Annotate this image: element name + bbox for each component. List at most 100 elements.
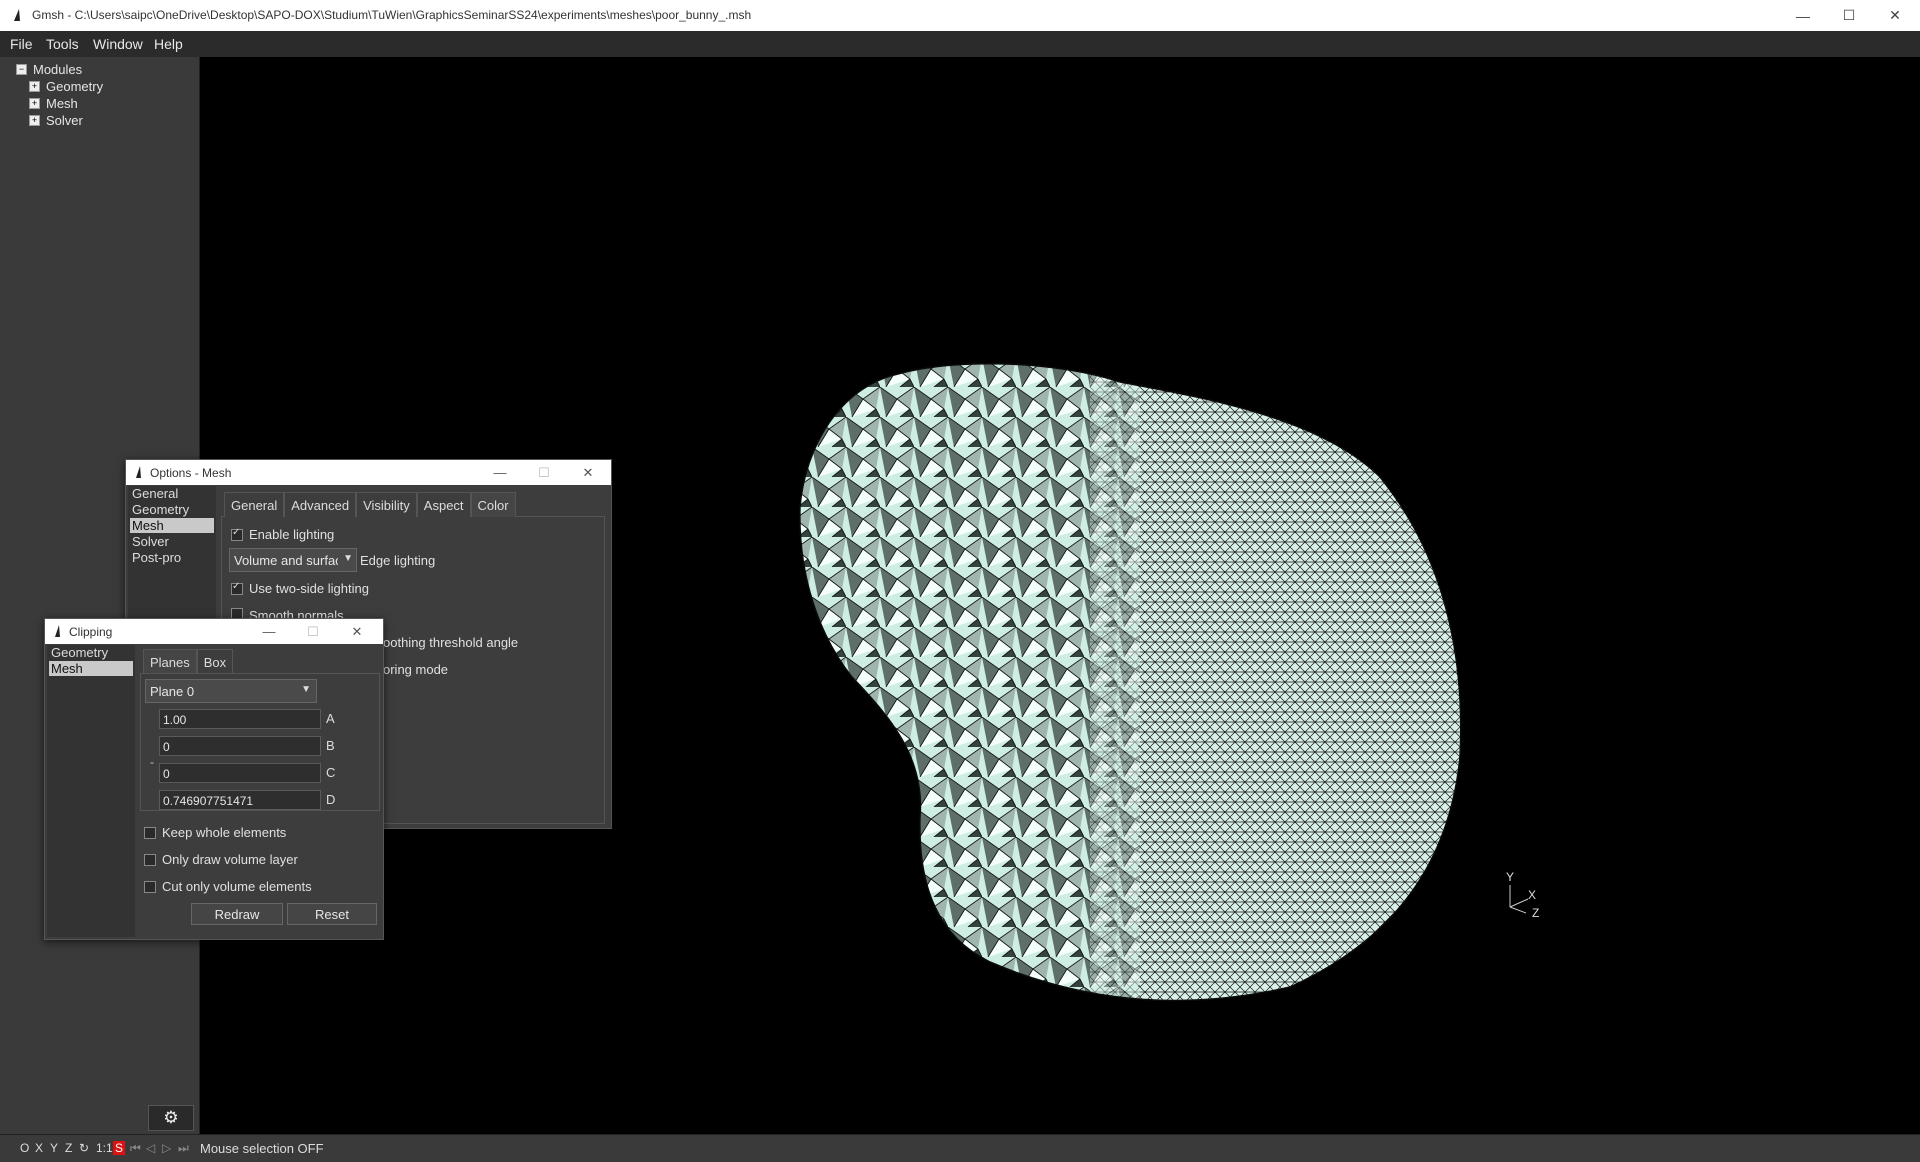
- view-o-button[interactable]: O: [20, 1141, 29, 1155]
- smooth-normals-label: Smooth normals: [249, 608, 344, 618]
- minimize-button[interactable]: —: [1780, 0, 1826, 31]
- plane-select[interactable]: Plane 0 ▼: [145, 679, 317, 703]
- minimize-button[interactable]: —: [247, 619, 291, 644]
- tab-advanced[interactable]: Advanced: [284, 492, 357, 517]
- keep-whole-checkbox[interactable]: [144, 826, 156, 839]
- clipping-dialog: Clipping — ☐ ✕ Geometry Mesh Planes Box …: [44, 618, 384, 940]
- play-icon[interactable]: ▷: [162, 1141, 171, 1155]
- coef-d-label: D: [326, 792, 336, 807]
- tab-visibility[interactable]: Visibility: [356, 492, 417, 517]
- two-side-lighting-option[interactable]: Use two-side lighting: [231, 581, 369, 596]
- reset-button[interactable]: Reset: [287, 903, 377, 925]
- cut-only-volume-checkbox[interactable]: [144, 880, 156, 893]
- status-message: Mouse selection OFF: [200, 1141, 324, 1156]
- redraw-label: Redraw: [214, 906, 260, 922]
- tab-color[interactable]: Color: [470, 492, 516, 517]
- redraw-button[interactable]: Redraw: [191, 903, 283, 925]
- first-frame-icon[interactable]: ⏮: [130, 1141, 141, 1156]
- expand-icon[interactable]: +: [29, 115, 40, 126]
- tree-item-solver[interactable]: + Solver: [29, 113, 83, 128]
- close-button[interactable]: ✕: [566, 460, 610, 485]
- view-x-button[interactable]: X: [35, 1141, 43, 1155]
- smoothing-threshold-label: oothing threshold angle: [383, 635, 519, 650]
- axis-x-label: X: [1528, 888, 1536, 902]
- cut-only-volume-option[interactable]: Cut only volume elements: [144, 879, 312, 894]
- nav-item-geometry[interactable]: Geometry: [49, 645, 133, 660]
- expand-icon[interactable]: +: [29, 98, 40, 109]
- two-side-lighting-checkbox[interactable]: [231, 581, 243, 595]
- maximize-button: ☐: [307, 623, 319, 639]
- snapshot-s-button[interactable]: S: [113, 1141, 126, 1155]
- chevron-down-icon: ▼: [301, 684, 311, 695]
- collapse-icon[interactable]: −: [16, 64, 27, 75]
- clipping-nav-list: Geometry Mesh: [47, 645, 135, 937]
- coef-c-label: C: [326, 765, 336, 780]
- nav-item-mesh[interactable]: Mesh: [49, 661, 133, 676]
- tree-label: Geometry: [46, 79, 104, 94]
- menu-help[interactable]: Help: [154, 36, 183, 52]
- coloring-mode-label: oring mode: [383, 662, 449, 677]
- coef-a-label: A: [326, 711, 335, 726]
- tab-aspect[interactable]: Aspect: [416, 492, 471, 517]
- gmsh-logo-icon: [55, 625, 60, 637]
- close-button[interactable]: ✕: [1872, 0, 1918, 31]
- tree-item-geometry[interactable]: + Geometry: [29, 79, 103, 94]
- minimize-button[interactable]: —: [478, 460, 522, 485]
- tree-item-modules[interactable]: − Modules: [16, 62, 82, 77]
- only-volume-label: Only draw volume layer: [162, 852, 298, 867]
- nav-item-post-pro[interactable]: Post-pro: [130, 550, 214, 565]
- keep-whole-option[interactable]: Keep whole elements: [144, 825, 286, 840]
- plane-select-value: Plane 0: [150, 684, 195, 699]
- gmsh-logo-icon: [136, 466, 141, 478]
- tree-label: Solver: [46, 113, 83, 128]
- tab-box[interactable]: Box: [196, 649, 234, 674]
- invert-plane-button[interactable]: -: [150, 755, 154, 769]
- nav-item-geometry[interactable]: Geometry: [130, 502, 214, 517]
- tab-general[interactable]: General: [224, 492, 285, 517]
- only-volume-option[interactable]: Only draw volume layer: [144, 852, 298, 867]
- smooth-normals-checkbox[interactable]: [231, 608, 243, 618]
- lighting-mode-select[interactable]: Volume and surfac ▼: [229, 548, 357, 572]
- status-bar: O X Y Z ↻ 1:1 S ⏮ ◁ ▷ ⏭ Mouse selection …: [0, 1134, 1920, 1162]
- tree-item-mesh[interactable]: + Mesh: [29, 96, 78, 111]
- close-button[interactable]: ✕: [335, 619, 379, 644]
- nav-item-general[interactable]: General: [130, 486, 214, 501]
- tree-label: Modules: [33, 62, 83, 77]
- axes-indicator: Y X Z: [1506, 870, 1539, 920]
- nav-item-solver[interactable]: Solver: [130, 534, 214, 549]
- dialog-title: Clipping: [69, 625, 113, 639]
- view-z-button[interactable]: Z: [65, 1141, 72, 1155]
- tree-label: Mesh: [46, 96, 78, 111]
- clipping-dialog-titlebar[interactable]: Clipping — ☐ ✕: [45, 619, 383, 644]
- enable-lighting-option[interactable]: Enable lighting: [231, 527, 334, 542]
- smooth-normals-option[interactable]: Smooth normals: [231, 608, 344, 618]
- plane-coef-a-input[interactable]: 1.00: [159, 709, 321, 729]
- plane-coef-c-input[interactable]: 0: [159, 763, 321, 783]
- plane-coef-d-input[interactable]: 0.746907751471: [159, 790, 321, 810]
- menu-tools[interactable]: Tools: [46, 36, 79, 52]
- edge-lighting-label: Edge lighting: [360, 553, 436, 568]
- menu-window[interactable]: Window: [93, 36, 143, 52]
- view-1-1-button[interactable]: 1:1: [96, 1141, 113, 1155]
- view-y-button[interactable]: Y: [50, 1141, 58, 1155]
- options-dialog-titlebar[interactable]: Options - Mesh — ☐ ✕: [126, 460, 611, 485]
- gear-icon: ⚙: [163, 1108, 179, 1127]
- tab-planes[interactable]: Planes: [143, 649, 197, 674]
- maximize-button[interactable]: ☐: [1826, 0, 1872, 31]
- last-frame-icon[interactable]: ⏭: [178, 1141, 189, 1156]
- enable-lighting-checkbox[interactable]: [231, 527, 243, 541]
- lighting-mode-value: Volume and surfac: [234, 553, 338, 568]
- title-bar: Gmsh - C:\Users\saipc\OneDrive\Desktop\S…: [0, 0, 1920, 31]
- rotate-icon[interactable]: ↻: [79, 1141, 89, 1155]
- settings-gear-button[interactable]: ⚙: [148, 1105, 194, 1131]
- clipping-tabs: Planes Box: [143, 649, 234, 674]
- axis-z-label: Z: [1532, 906, 1539, 920]
- plane-coef-b-input[interactable]: 0: [159, 736, 321, 756]
- expand-icon[interactable]: +: [29, 81, 40, 92]
- nav-item-mesh[interactable]: Mesh: [130, 518, 214, 533]
- only-volume-checkbox[interactable]: [144, 853, 156, 866]
- menu-file[interactable]: File: [10, 36, 33, 52]
- prev-frame-icon[interactable]: ◁: [146, 1141, 155, 1155]
- dialog-title: Options - Mesh: [150, 466, 232, 480]
- chevron-down-icon: ▼: [343, 553, 353, 564]
